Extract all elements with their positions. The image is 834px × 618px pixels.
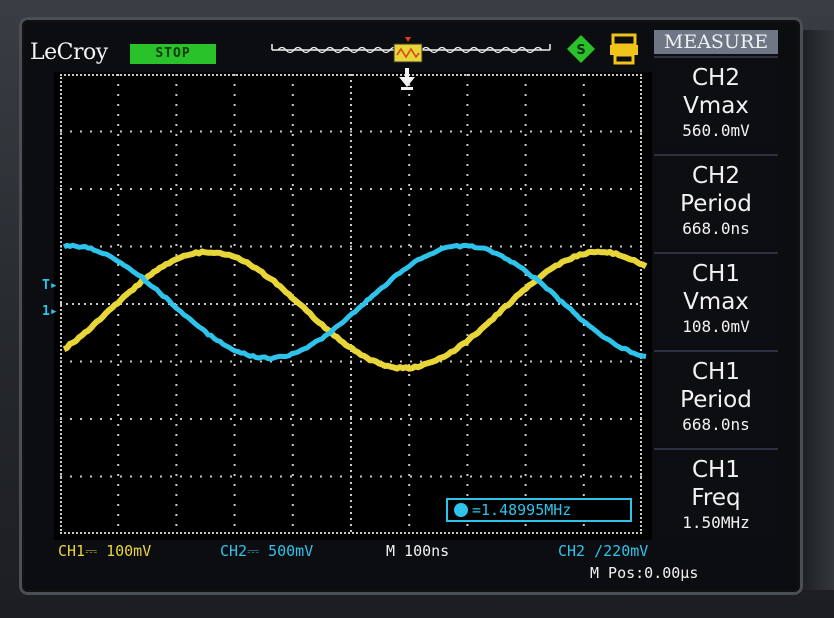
frequency-counter: =1.48995MHz xyxy=(446,498,632,522)
ch1-ground-label: 1 xyxy=(42,304,50,319)
trigger-setting: CH2 ∕220mV xyxy=(558,542,648,560)
trigger-level-marker: T▸ xyxy=(42,278,58,293)
counter-icon xyxy=(454,503,468,517)
timebase-scale: M 100ns xyxy=(386,542,449,560)
ch1-scale: CH1⎓ 100mV xyxy=(58,542,151,560)
waveform-traces xyxy=(0,0,834,618)
frequency-counter-value: =1.48995MHz xyxy=(472,501,571,519)
ch2-scale: CH2⎓ 500mV xyxy=(220,542,313,560)
trigger-level-label: T xyxy=(42,278,50,293)
horizontal-position: M Pos:0.00μs xyxy=(590,564,698,582)
ch1-ground-marker: 1▸ xyxy=(42,304,58,319)
